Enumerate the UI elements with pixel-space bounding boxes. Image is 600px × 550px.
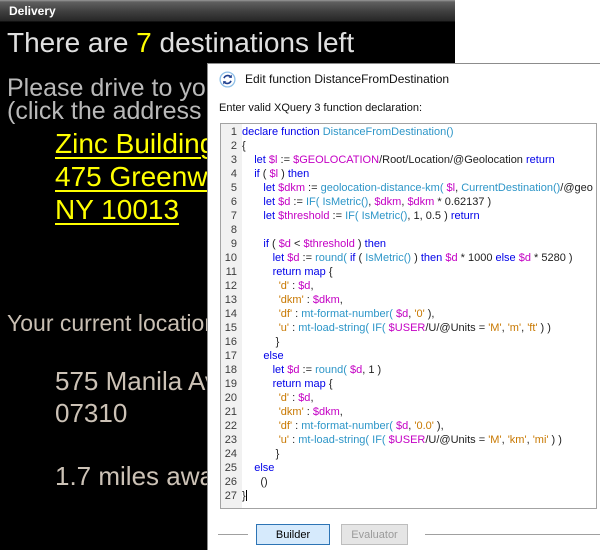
edit-function-dialog: Edit function DistanceFromDestination En… bbox=[207, 63, 600, 550]
current-location-street: 575 Manila Av bbox=[55, 366, 218, 397]
code-line: 21 'dkm' : $dkm, bbox=[221, 405, 596, 419]
code-line: 20 'd' : $d, bbox=[221, 391, 596, 405]
code-line: 12 'd' : $d, bbox=[221, 279, 596, 293]
distance-away-text: 1.7 miles awa bbox=[55, 461, 214, 492]
destination-address-link-line2[interactable]: 475 Greenwic bbox=[55, 161, 228, 193]
code-lines: 1declare function DistanceFromDestinatio… bbox=[221, 125, 596, 503]
current-location-zip: 07310 bbox=[55, 398, 127, 429]
button-divider-left bbox=[218, 534, 248, 535]
text-caret bbox=[246, 490, 247, 501]
function-sync-icon bbox=[219, 71, 236, 88]
code-line: 22 'df' : mt-format-number( $d, '0.0' ), bbox=[221, 419, 596, 433]
code-line: 19 return map { bbox=[221, 377, 596, 391]
code-line: 3 let $l := $GEOLOCATION/Root/Location/@… bbox=[221, 153, 596, 167]
builder-button[interactable]: Builder bbox=[256, 524, 330, 545]
code-line: 14 'df' : mt-format-number( $d, '0' ), bbox=[221, 307, 596, 321]
xquery-code-editor[interactable]: 1declare function DistanceFromDestinatio… bbox=[220, 123, 597, 509]
editor-instruction-label: Enter valid XQuery 3 function declaratio… bbox=[219, 102, 422, 114]
code-line: 1declare function DistanceFromDestinatio… bbox=[221, 125, 596, 139]
code-line: 2{ bbox=[221, 139, 596, 153]
dialog-title: Edit function DistanceFromDestination bbox=[245, 72, 449, 86]
dialog-titlebar[interactable]: Edit function DistanceFromDestination bbox=[208, 64, 600, 94]
destination-address-link-line3[interactable]: NY 10013 bbox=[55, 194, 179, 226]
code-line: 16 } bbox=[221, 335, 596, 349]
code-line: 11 return map { bbox=[221, 265, 596, 279]
current-location-label: Your current location bbox=[7, 310, 217, 337]
destinations-count: 7 bbox=[136, 27, 152, 58]
instruction-text-line2: (click the address to bbox=[7, 97, 229, 126]
destinations-left-text: There are 7 destinations left bbox=[7, 27, 354, 59]
code-line: 26 () bbox=[221, 475, 596, 489]
delivery-titlebar[interactable]: Delivery bbox=[0, 0, 455, 22]
code-line: 9 if ( $d < $threshold ) then bbox=[221, 237, 596, 251]
code-line: 8 bbox=[221, 223, 596, 237]
code-line: 23 'u' : mt-load-string( IF( $USER/U/@Un… bbox=[221, 433, 596, 447]
code-line: 17 else bbox=[221, 349, 596, 363]
delivery-window-title: Delivery bbox=[0, 4, 56, 18]
destination-address-link-line1[interactable]: Zinc Building bbox=[55, 128, 215, 160]
evaluator-button: Evaluator bbox=[341, 524, 408, 545]
code-line: 4 if ( $l ) then bbox=[221, 167, 596, 181]
code-line: 18 let $d := round( $d, 1 ) bbox=[221, 363, 596, 377]
button-divider-right bbox=[425, 534, 600, 535]
code-line: 7 let $threshold := IF( IsMetric(), 1, 0… bbox=[221, 209, 596, 223]
code-line: 25 else bbox=[221, 461, 596, 475]
code-line: 27} bbox=[221, 489, 596, 503]
code-line: 24 } bbox=[221, 447, 596, 461]
code-line: 15 'u' : mt-load-string( IF( $USER/U/@Un… bbox=[221, 321, 596, 335]
code-line: 6 let $d := IF( IsMetric(), $dkm, $dkm *… bbox=[221, 195, 596, 209]
code-line: 10 let $d := round( if ( IsMetric() ) th… bbox=[221, 251, 596, 265]
code-line: 5 let $dkm := geolocation-distance-km( $… bbox=[221, 181, 596, 195]
code-line: 13 'dkm' : $dkm, bbox=[221, 293, 596, 307]
